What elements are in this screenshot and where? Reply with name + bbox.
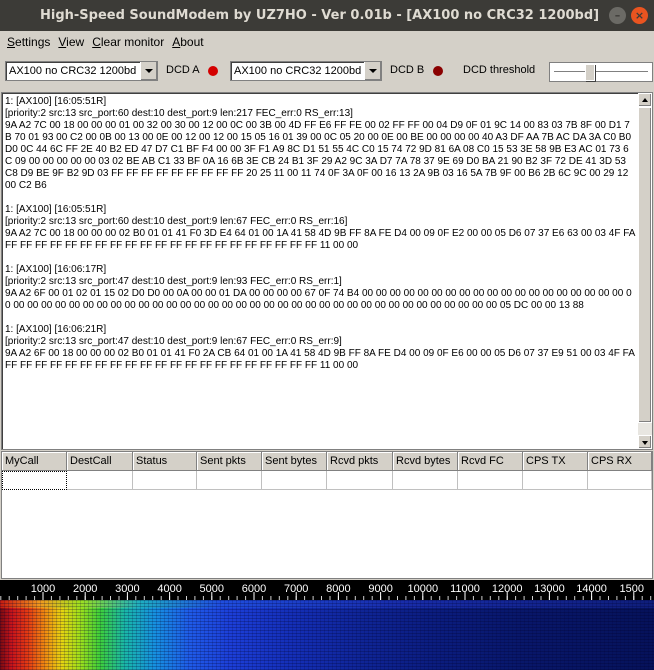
dcd-threshold-slider[interactable] [549, 62, 653, 82]
frequency-tick-label: 13000 [534, 583, 565, 595]
table-cell[interactable] [262, 471, 327, 490]
scroll-down-icon[interactable] [638, 435, 652, 449]
connections-table[interactable]: MyCall DestCall Status Sent pkts Sent bytes R… [1, 451, 653, 579]
frequency-tick-label: 11000 [450, 583, 480, 595]
frequency-tick-label: 1500 [620, 583, 644, 595]
close-button[interactable]: × [631, 7, 648, 24]
table-cell[interactable] [588, 471, 652, 490]
frequency-tick-label: 5000 [200, 583, 224, 595]
minimize-button[interactable]: – [609, 7, 626, 24]
column-header-rcvd-fc[interactable]: Rcvd FC [458, 452, 523, 471]
frequency-tick-label: 6000 [242, 583, 266, 595]
chevron-down-icon[interactable] [140, 62, 157, 80]
table-cell[interactable] [458, 471, 523, 490]
table-cell[interactable] [523, 471, 588, 490]
table-cell[interactable] [327, 471, 393, 490]
menu-view[interactable]: View [54, 35, 88, 49]
waterfall-texture [0, 600, 654, 670]
scroll-thumb[interactable] [638, 107, 652, 423]
frequency-tick-label: 1000 [31, 583, 55, 595]
table-cell[interactable] [133, 471, 197, 490]
scroll-up-icon[interactable] [638, 93, 652, 107]
menu-about[interactable]: About [168, 35, 207, 49]
column-header-cps-tx[interactable]: CPS TX [523, 452, 588, 471]
column-header-status[interactable]: Status [133, 452, 197, 471]
title-bar: High-Speed SoundModem by UZ7HO - Ver 0.0… [0, 0, 654, 31]
column-header-sent-bytes[interactable]: Sent bytes [262, 452, 327, 471]
frequency-tick-label: 2000 [73, 583, 97, 595]
monitor-text[interactable]: 1: [AX100] [16:05:51R] [priority:2 src:1… [5, 96, 635, 372]
menu-bar: Settings View Clear monitor About [0, 31, 654, 52]
frequency-ruler: 1000 2000 3000 4000 5000 6000 7000 8000 9000 1000… [0, 580, 654, 600]
waterfall-display[interactable] [0, 600, 654, 670]
frequency-tick-label: 12000 [492, 583, 523, 595]
frequency-tick-label: 10000 [408, 583, 439, 595]
column-header-sent-pkts[interactable]: Sent pkts [197, 452, 262, 471]
frequency-tick-label: 4000 [157, 583, 181, 595]
table-row[interactable] [2, 471, 652, 490]
toolbar: AX100 no CRC32 1200bd DCD A AX100 no CRC… [0, 52, 654, 92]
frequency-tick-label: 3000 [115, 583, 139, 595]
frequency-tick-label: 14000 [576, 583, 607, 595]
column-header-rcvd-pkts[interactable]: Rcvd pkts [327, 452, 393, 471]
slider-thumb[interactable] [585, 64, 595, 81]
table-cell[interactable] [393, 471, 458, 490]
column-header-mycall[interactable]: MyCall [2, 452, 67, 471]
column-header-cps-rx[interactable]: CPS RX [588, 452, 652, 471]
frequency-tick-label: 9000 [368, 583, 392, 595]
frequency-tick-label: 8000 [326, 583, 350, 595]
menu-clear-monitor[interactable]: Clear monitor [88, 35, 168, 49]
frequency-tick-label: 7000 [284, 583, 308, 595]
monitor-scrollbar[interactable] [638, 93, 652, 449]
modem-a-value: AX100 no CRC32 1200bd [9, 65, 137, 77]
modem-a-select[interactable]: AX100 no CRC32 1200bd [5, 61, 158, 81]
column-header-destcall[interactable]: DestCall [67, 452, 133, 471]
modem-b-value: AX100 no CRC32 1200bd [234, 65, 362, 77]
chevron-down-icon[interactable] [364, 62, 381, 80]
table-cell[interactable] [67, 471, 133, 490]
menu-settings[interactable]: Settings [3, 35, 54, 49]
dcd-a-indicator-icon [208, 66, 218, 76]
window-title: High-Speed SoundModem by UZ7HO - Ver 0.0… [40, 8, 600, 23]
column-header-rcvd-bytes[interactable]: Rcvd bytes [393, 452, 458, 471]
dcd-b-indicator-icon [433, 66, 443, 76]
table-header: MyCall DestCall Status Sent pkts Sent bytes R… [2, 452, 652, 471]
dcd-b-label: DCD B [390, 64, 425, 76]
modem-b-select[interactable]: AX100 no CRC32 1200bd [230, 61, 382, 81]
dcd-threshold-label: DCD threshold [463, 64, 536, 76]
dcd-a-label: DCD A [166, 64, 200, 76]
frequency-scale: 1000 2000 3000 4000 5000 6000 7000 8000 9000 1000… [0, 583, 652, 600]
slider-groove [554, 71, 648, 74]
table-cell[interactable] [197, 471, 262, 490]
table-cell[interactable] [2, 471, 67, 490]
monitor-panel[interactable]: 1: [AX100] [16:05:51R] [priority:2 src:1… [1, 92, 653, 450]
